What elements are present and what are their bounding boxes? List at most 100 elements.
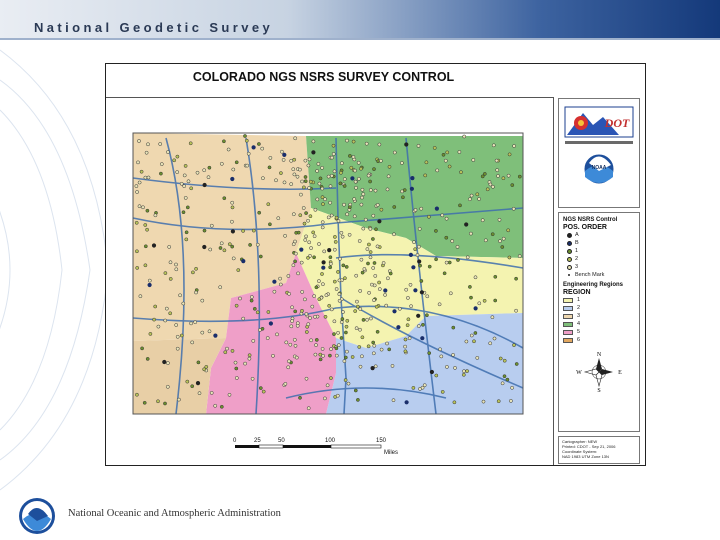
colorado-map[interactable]	[106, 98, 553, 428]
survey-station-marker	[379, 158, 383, 163]
survey-station-marker	[358, 327, 362, 332]
survey-station-marker	[327, 248, 332, 253]
survey-station-marker	[439, 354, 444, 359]
survey-station-marker	[266, 310, 271, 314]
survey-station-marker	[459, 170, 463, 175]
survey-station-marker	[416, 313, 421, 318]
survey-station-marker	[377, 219, 382, 224]
survey-station-marker	[341, 310, 345, 314]
survey-station-marker	[372, 283, 377, 288]
survey-station-marker	[194, 266, 198, 271]
survey-station-marker	[517, 174, 522, 179]
legend-order-label: Bench Mark	[575, 272, 605, 278]
survey-station-marker	[375, 244, 380, 249]
survey-station-marker	[313, 352, 318, 357]
survey-station-marker	[258, 254, 263, 259]
noaa-logo-text: NOAA	[592, 165, 607, 171]
survey-station-marker	[368, 188, 373, 192]
survey-station-marker	[372, 167, 376, 171]
survey-station-marker	[321, 202, 325, 206]
survey-station-marker	[230, 219, 234, 224]
survey-station-marker	[339, 230, 344, 235]
survey-station-marker	[321, 282, 325, 287]
survey-station-marker	[419, 290, 424, 295]
survey-station-marker	[473, 275, 478, 280]
survey-station-marker	[153, 213, 158, 218]
survey-station-marker	[223, 350, 228, 355]
survey-station-marker	[167, 245, 172, 249]
survey-station-marker	[293, 259, 297, 264]
survey-station-marker	[358, 307, 363, 311]
legend-region-label: 4	[577, 321, 581, 327]
survey-station-marker	[366, 344, 371, 349]
survey-station-marker	[218, 285, 223, 290]
survey-station-marker	[184, 237, 189, 242]
survey-station-marker	[311, 230, 316, 235]
survey-station-marker	[491, 143, 496, 148]
legend-region-label: 2	[577, 305, 581, 311]
survey-station-marker	[304, 234, 308, 239]
survey-station-marker	[469, 193, 474, 198]
survey-station-marker	[298, 395, 302, 400]
survey-station-marker	[497, 217, 502, 222]
survey-station-marker	[346, 381, 351, 386]
survey-station-marker	[404, 287, 409, 292]
survey-station-marker	[374, 227, 378, 232]
legend-title: NGS NSRS Control	[563, 217, 618, 223]
legend-region-item: 2	[563, 304, 635, 312]
survey-station-marker	[403, 337, 408, 342]
legend-order-marker	[563, 256, 575, 262]
survey-station-marker	[185, 205, 190, 210]
survey-station-marker	[271, 353, 275, 358]
survey-station-marker	[328, 353, 332, 358]
survey-station-marker	[360, 187, 365, 192]
survey-station-marker	[373, 274, 378, 278]
legend-order-label: 3	[575, 264, 579, 270]
survey-station-marker	[458, 203, 462, 208]
survey-station-marker	[145, 227, 149, 232]
survey-station-marker	[440, 213, 445, 218]
survey-station-marker	[344, 324, 349, 329]
survey-station-marker	[314, 338, 319, 342]
survey-station-marker	[320, 347, 325, 351]
survey-station-marker	[147, 278, 152, 283]
survey-station-marker	[451, 325, 456, 330]
survey-station-marker	[136, 160, 140, 165]
survey-station-marker	[137, 139, 141, 143]
survey-station-marker	[303, 158, 308, 163]
survey-station-marker	[498, 356, 503, 361]
survey-station-marker	[274, 178, 278, 183]
survey-station-marker	[365, 247, 370, 251]
survey-station-marker	[328, 184, 333, 189]
survey-station-marker	[137, 204, 142, 209]
survey-station-marker	[314, 343, 318, 347]
survey-station-marker	[343, 355, 348, 360]
survey-station-marker	[257, 210, 262, 215]
cdot-logo-text: DOT	[604, 116, 630, 130]
survey-station-marker	[401, 195, 405, 200]
survey-station-marker	[480, 218, 485, 223]
survey-station-marker	[468, 197, 472, 202]
legend-region-swatch	[563, 313, 573, 319]
survey-station-marker	[498, 239, 502, 243]
survey-station-marker	[139, 169, 144, 174]
survey-station-marker	[367, 242, 371, 247]
scale-tick-label: 25	[254, 438, 261, 444]
survey-station-marker	[511, 206, 516, 211]
survey-station-marker	[331, 152, 336, 156]
legend-region-swatch	[563, 321, 573, 327]
survey-station-marker	[202, 244, 207, 250]
survey-station-marker	[514, 362, 519, 366]
survey-station-marker	[293, 136, 298, 141]
survey-station-marker	[299, 247, 304, 252]
survey-station-marker	[243, 361, 247, 366]
survey-station-marker	[243, 134, 247, 138]
survey-station-marker	[326, 215, 331, 220]
survey-station-marker	[464, 339, 469, 344]
survey-station-marker	[226, 147, 231, 152]
survey-station-marker	[340, 234, 345, 239]
survey-station-marker	[302, 221, 307, 226]
survey-station-marker	[251, 145, 256, 150]
survey-station-marker	[172, 158, 177, 163]
survey-station-marker	[230, 229, 235, 234]
